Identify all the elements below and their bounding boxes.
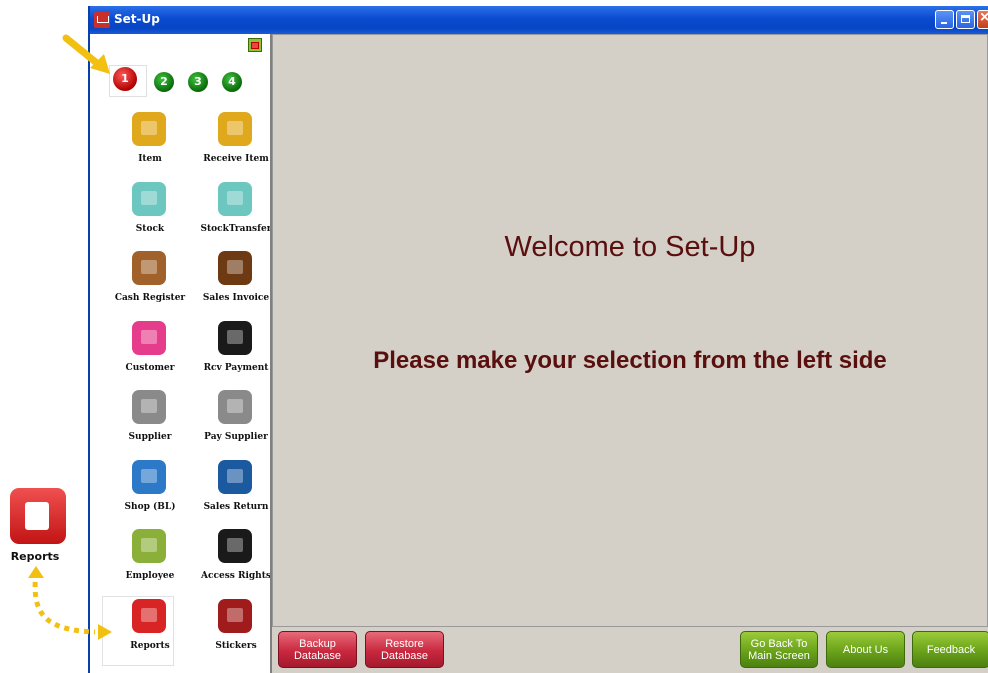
connector-arrowhead-icon [98, 624, 112, 640]
pointer-arrow-icon [62, 34, 110, 74]
dotted-connector-arrow [32, 571, 96, 635]
annotation-overlay [28, 34, 112, 640]
connector-arrowhead-up-icon [28, 566, 44, 578]
